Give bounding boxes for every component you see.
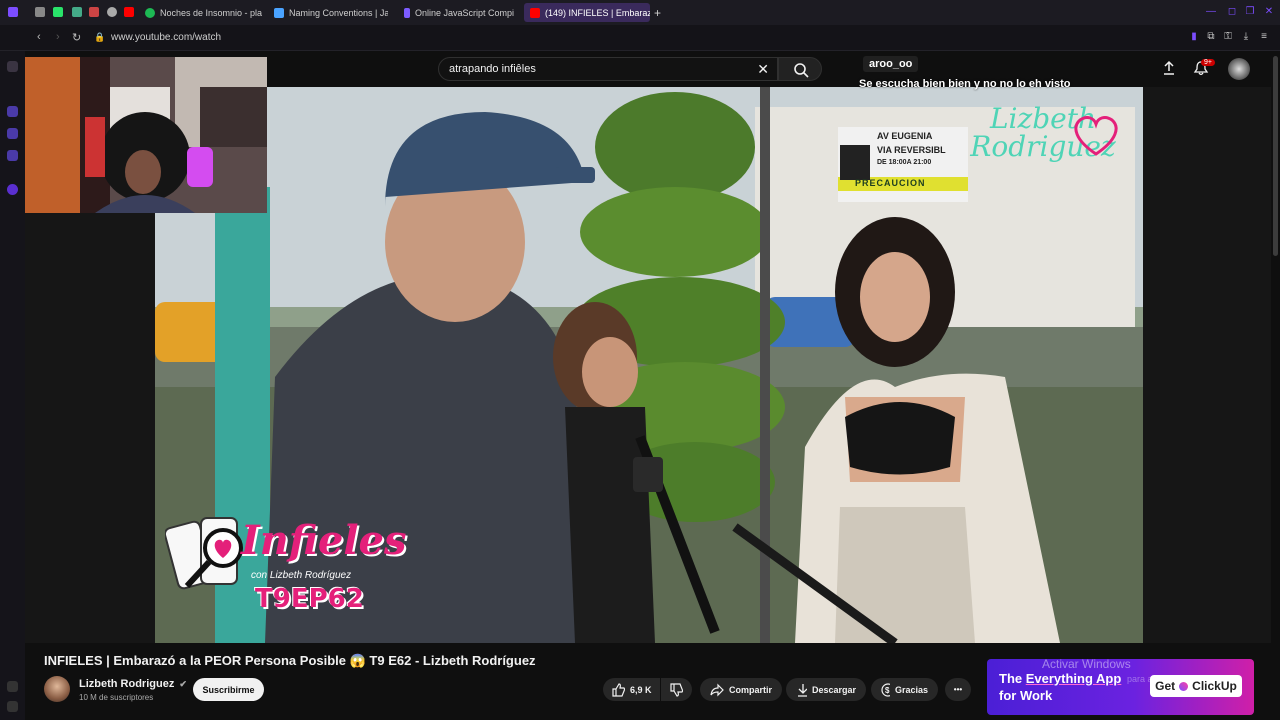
tab-label: (149) INFIELES | Embaraz xyxy=(545,7,650,18)
maximize-icon[interactable]: ◻ xyxy=(1226,6,1238,18)
sidebar-app-icon[interactable] xyxy=(7,184,18,195)
ad-line-1-emphasis: Everything App xyxy=(1025,671,1122,686)
sidebar-more-icon[interactable] xyxy=(7,701,18,712)
scrollbar-thumb[interactable] xyxy=(1273,56,1278,256)
show-logo: Infieles con Lizbeth Rodríguez T9EP62 xyxy=(165,512,407,632)
search-icon xyxy=(794,63,809,78)
webcam-scene xyxy=(25,57,267,213)
heart-icon xyxy=(1074,115,1118,156)
browser-menu-icon[interactable]: ≡ xyxy=(1258,31,1270,43)
youtube-pinned-icon[interactable] xyxy=(124,7,134,17)
thanks-button[interactable]: $ Gracias xyxy=(871,678,938,701)
dislike-button[interactable] xyxy=(661,678,692,701)
sidebar-app-icon[interactable] xyxy=(7,150,18,161)
ad-line-1: The Everything App xyxy=(999,671,1121,686)
sidebar-app-icon[interactable] xyxy=(7,128,18,139)
threads-icon[interactable] xyxy=(107,7,117,17)
back-icon[interactable]: ‹ xyxy=(37,31,41,43)
tab-label: Online JavaScript Compi xyxy=(415,7,515,18)
sidebar-toggle-icon[interactable]: ▮ xyxy=(1188,31,1200,43)
upload-icon[interactable] xyxy=(1162,60,1176,76)
forward-icon[interactable]: › xyxy=(56,31,60,43)
account-avatar[interactable] xyxy=(1228,58,1250,80)
browser-sidebar xyxy=(0,51,25,720)
show-title: Infieles xyxy=(241,517,407,564)
sidebar-app-icon[interactable] xyxy=(7,61,18,72)
svg-text:$: $ xyxy=(885,686,890,695)
sign-warning: PRECAUCION xyxy=(855,178,926,188)
show-subtitle: con Lizbeth Rodríguez xyxy=(251,570,352,581)
windows-activation-watermark: Activar Windows xyxy=(1042,657,1131,671)
tab-naming-conventions[interactable]: Naming Conventions | Ja xyxy=(274,3,388,22)
browser-menu-icon[interactable] xyxy=(8,7,18,17)
sign-line-1: AV EUGENIA xyxy=(877,131,933,141)
search-box[interactable]: atrapando infiêles ✕ xyxy=(438,57,778,81)
chat-message: Se escucha bien bien y no no lo eh visto xyxy=(859,78,1071,90)
kick-icon[interactable] xyxy=(53,7,63,17)
tab-js-compiler[interactable]: Online JavaScript Compi xyxy=(404,3,517,22)
compiler-icon xyxy=(404,7,410,18)
notification-badge: 9+ xyxy=(1201,59,1215,66)
more-actions-button[interactable]: ••• xyxy=(945,678,971,701)
ad-line-2: for Work xyxy=(999,688,1053,703)
browser-tab-bar: Noches de Insomnio - pla Naming Conventi… xyxy=(0,0,1280,25)
verified-icon: ✔ xyxy=(179,679,187,689)
minimize-icon[interactable]: — xyxy=(1205,6,1217,18)
share-label: Compartir xyxy=(728,684,772,695)
phones-magnifier-icon xyxy=(165,517,243,590)
lock-icon: 🔒 xyxy=(94,32,106,42)
subscriber-count: 10 M de suscriptores xyxy=(79,693,154,702)
password-icon[interactable]: ⚿ xyxy=(1222,31,1234,43)
search-button[interactable] xyxy=(778,57,822,81)
doc-icon xyxy=(274,7,284,18)
channel-avatar[interactable] xyxy=(44,676,70,702)
sidebar-settings-icon[interactable] xyxy=(7,681,18,692)
tab-label: Noches de Insomnio - pla xyxy=(160,7,263,18)
like-button[interactable]: 6,9 K xyxy=(603,678,660,701)
subscribe-button[interactable]: Suscribirme xyxy=(193,678,264,701)
super-thanks-icon: $ xyxy=(881,682,890,697)
search-input[interactable]: atrapando infiêles xyxy=(449,63,536,75)
spotify-icon xyxy=(145,7,155,18)
channel-name[interactable]: Lizbeth Rodriguez ✔ xyxy=(79,678,187,690)
thumbs-down-icon xyxy=(670,682,683,697)
close-icon[interactable]: ✕ xyxy=(1263,6,1275,18)
windows-activation-subtext: para activar Windows. xyxy=(1127,674,1216,684)
reload-icon[interactable]: ↻ xyxy=(72,31,81,44)
youtube-icon xyxy=(530,7,540,18)
chat-username: aroo_oo xyxy=(863,56,919,72)
new-tab-button[interactable]: + xyxy=(654,3,661,22)
sidebar-app-icon[interactable] xyxy=(7,106,18,117)
share-button[interactable]: Compartir xyxy=(700,678,782,701)
ad-line-1-prefix: The xyxy=(999,671,1026,686)
pinned-tab-icon[interactable] xyxy=(72,7,82,17)
browser-address-bar: ‹ › ↻ 🔒 www.youtube.com/watch ▮ ⧉ ⚿ ⤓ ≡ xyxy=(0,25,1280,51)
window-icon[interactable] xyxy=(35,7,45,17)
clear-search-icon[interactable]: ✕ xyxy=(757,61,769,78)
sign-line-2: VIA REVERSIBL xyxy=(877,145,946,155)
extensions-icon[interactable]: ⧉ xyxy=(1205,31,1217,43)
download-icon xyxy=(798,683,807,697)
download-label: Descargar xyxy=(811,684,856,695)
episode-badge: T9EP62 xyxy=(255,584,364,614)
download-button[interactable]: Descargar xyxy=(786,678,866,701)
share-icon xyxy=(710,683,724,696)
restore-icon[interactable]: ❐ xyxy=(1244,6,1256,18)
channel-name-text: Lizbeth Rodriguez xyxy=(79,678,175,690)
tab-spotify[interactable]: Noches de Insomnio - pla xyxy=(145,3,263,22)
like-count: 6,9 K xyxy=(630,684,652,695)
thumbs-up-icon xyxy=(612,682,625,697)
url-text[interactable]: www.youtube.com/watch xyxy=(111,32,221,43)
streamer-webcam xyxy=(25,57,267,213)
video-frame[interactable]: Lizbeth Rodriguez AV EUGENIA VIA REVERSI… xyxy=(155,87,1143,643)
download-icon[interactable]: ⤓ xyxy=(1240,31,1252,43)
video-title: INFIELES | Embarazó a la PEOR Persona Po… xyxy=(44,653,536,668)
sign-line-3: DE 18:00A 21:00 xyxy=(877,159,932,166)
pinned-tab-icon[interactable] xyxy=(89,7,99,17)
tab-youtube-active[interactable]: (149) INFIELES | Embaraz xyxy=(524,3,650,22)
thanks-label: Gracias xyxy=(894,684,928,695)
tab-label: Naming Conventions | Ja xyxy=(289,7,388,18)
